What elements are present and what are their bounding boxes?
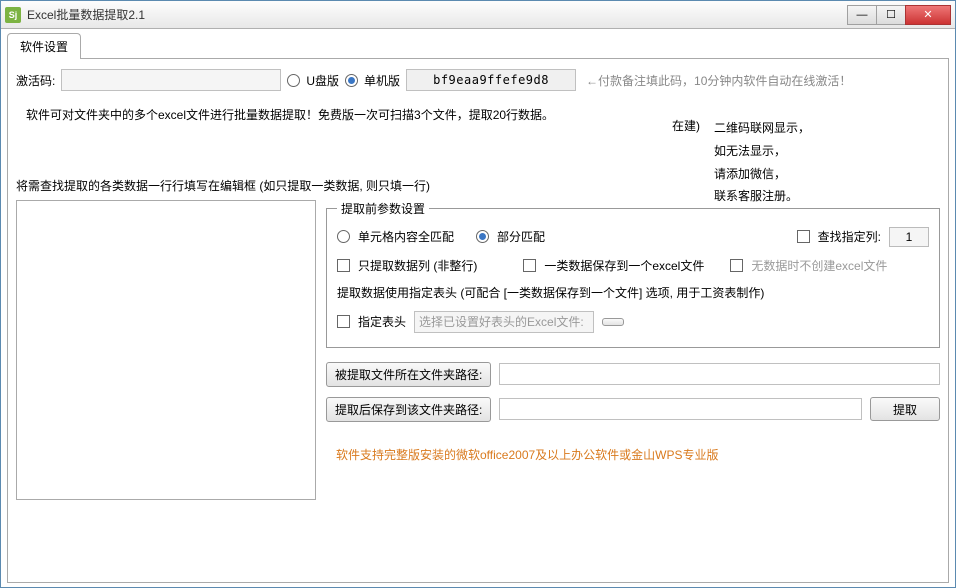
checkbox-fixed-header[interactable] <box>337 315 350 328</box>
radio-usb-version[interactable] <box>287 74 300 87</box>
radio-partial-match-label: 部分匹配 <box>497 228 545 245</box>
checkbox-fixed-header-label: 指定表头 <box>358 313 406 330</box>
checkbox-no-create <box>730 259 743 272</box>
app-icon: Sj <box>5 7 21 23</box>
titlebar[interactable]: Sj Excel批量数据提取2.1 — ☐ ✕ <box>1 1 955 29</box>
checkbox-column-only[interactable] <box>337 259 350 272</box>
params-fieldset: 提取前参数设置 单元格内容全匹配 部分匹配 查找指定列: <box>326 200 940 348</box>
checkbox-one-file[interactable] <box>523 259 536 272</box>
radio-partial-match[interactable] <box>476 230 489 243</box>
side-note-line: 联系客服注册。 <box>714 185 934 208</box>
side-note-line: 如无法显示， <box>714 140 934 163</box>
side-note-line: 二维码联网显示， <box>714 117 934 140</box>
build-label: 在建) <box>672 117 700 134</box>
header-file-input[interactable] <box>414 311 594 333</box>
params-legend: 提取前参数设置 <box>337 200 429 217</box>
client-area: 软件设置 激活码: U盘版 单机版 ←付款备注填此码，10分钟内软件自动在线激活… <box>1 29 955 587</box>
maximize-button[interactable]: ☐ <box>876 5 906 25</box>
tab-content: 激活码: U盘版 单机版 ←付款备注填此码，10分钟内软件自动在线激活！ 在建)… <box>7 59 949 583</box>
radio-full-match-label: 单元格内容全匹配 <box>358 228 454 245</box>
radio-usb-label: U盘版 <box>306 72 339 89</box>
right-column: 提取前参数设置 单元格内容全匹配 部分匹配 查找指定列: <box>326 200 940 500</box>
extract-button[interactable]: 提取 <box>870 397 940 421</box>
tab-settings[interactable]: 软件设置 <box>7 33 81 59</box>
checkbox-search-column-label: 查找指定列: <box>818 228 881 245</box>
window-title: Excel批量数据提取2.1 <box>27 6 848 23</box>
radio-single-version[interactable] <box>345 74 358 87</box>
save-path-button[interactable]: 提取后保存到该文件夹路径: <box>326 397 491 422</box>
radio-single-label: 单机版 <box>364 72 400 89</box>
minimize-button[interactable]: — <box>847 5 877 25</box>
checkbox-one-file-label: 一类数据保存到一个excel文件 <box>544 257 704 274</box>
activation-hint: ←付款备注填此码，10分钟内软件自动在线激活！ <box>586 72 851 89</box>
machine-code[interactable] <box>406 69 576 91</box>
source-path-button[interactable]: 被提取文件所在文件夹路径: <box>326 362 491 387</box>
activation-row: 激活码: U盘版 单机版 ←付款备注填此码，10分钟内软件自动在线激活！ <box>16 69 940 91</box>
search-terms-textarea[interactable] <box>16 200 316 500</box>
close-button[interactable]: ✕ <box>905 5 951 25</box>
window-frame: Sj Excel批量数据提取2.1 — ☐ ✕ 软件设置 激活码: U盘版 单机… <box>0 0 956 588</box>
checkbox-column-only-label: 只提取数据列 (非整行) <box>358 257 477 274</box>
radio-full-match[interactable] <box>337 230 350 243</box>
side-note-line: 请添加微信， <box>714 163 934 186</box>
checkbox-search-column[interactable] <box>797 230 810 243</box>
lower-panel: 提取前参数设置 单元格内容全匹配 部分匹配 查找指定列: <box>16 200 940 500</box>
footer-note: 软件支持完整版安装的微软office2007及以上办公软件或金山WPS专业版 <box>326 446 940 463</box>
checkbox-no-create-label: 无数据时不创建excel文件 <box>751 257 887 274</box>
save-path-input[interactable] <box>499 398 862 420</box>
tab-strip: 软件设置 <box>7 33 949 59</box>
window-controls: — ☐ ✕ <box>848 5 951 25</box>
header-tip: 提取数据使用指定表头 (可配合 [一类数据保存到一个文件] 选项, 用于工资表制… <box>337 284 764 301</box>
source-path-input[interactable] <box>499 363 940 385</box>
column-spinner[interactable] <box>889 227 929 247</box>
side-note: 二维码联网显示， 如无法显示， 请添加微信， 联系客服注册。 <box>714 117 934 208</box>
activation-input[interactable] <box>61 69 281 91</box>
header-browse-button[interactable] <box>602 318 624 326</box>
activation-label: 激活码: <box>16 72 55 89</box>
